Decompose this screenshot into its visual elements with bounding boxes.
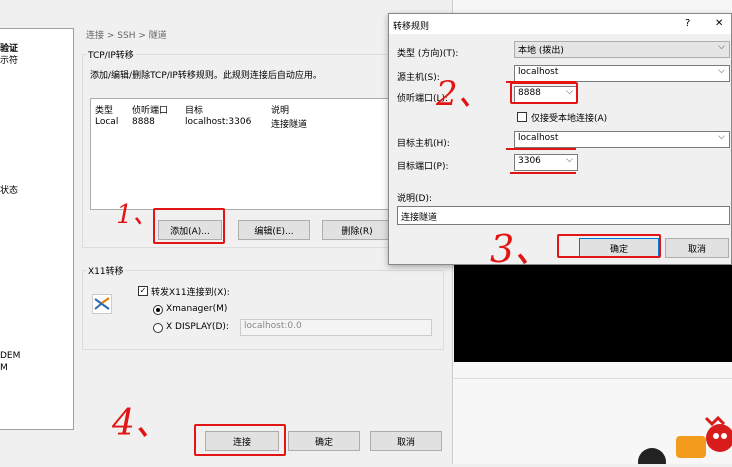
close-icon[interactable]: ✕ [715,18,723,29]
dest-port-label: 目标端口(P): [397,162,449,172]
underline-dest-port [510,172,576,174]
terminal-area [454,262,732,362]
dest-port-input[interactable]: 3306 [514,154,578,171]
x11-group [82,270,444,350]
breadcrumb: 连接 > SSH > 隧道 [86,31,167,41]
description-label: 说明(D): [397,194,432,204]
underline-source-host [506,81,576,83]
sidebar-item[interactable]: 状态 [0,183,18,196]
forward-rule-dialog: 转移规则 ? ✕ 类型 (方向)(T): 本地 (拨出) 源主机(S): loc… [388,13,732,265]
cell-type: Local [95,117,119,127]
annotation-step-1: 1、 [116,200,159,230]
dialog-cancel-button[interactable]: 取消 [665,238,729,258]
background-divider [454,378,732,379]
sidebar-item[interactable]: M [0,363,8,373]
dest-host-label: 目标主机(H): [397,139,450,149]
radio-display[interactable] [153,323,163,333]
cell-desc: 连接隧道 [271,120,308,130]
highlight-dialog-ok [557,234,661,258]
highlight-add-button [153,208,225,244]
radio-display-label: X DISPLAY(D): [166,322,229,332]
forward-x11-label: 转发X11连接到(X): [151,288,230,298]
x11-group-title: X11转移 [86,264,126,277]
annotation-step-4: 4、 [112,403,171,444]
sidebar-tree: 验证 示符 状态 DEM M [0,28,74,430]
help-icon[interactable]: ? [685,18,690,29]
cancel-button[interactable]: 取消 [370,431,442,451]
ok-button[interactable]: 确定 [288,431,360,451]
forward-x11-checkbox[interactable]: ✓ [138,286,148,296]
source-host-label: 源主机(S): [397,73,440,83]
cell-port: 8888 [132,117,155,127]
annotation-step-2: 2、 [436,74,492,114]
radio-xmanager[interactable] [153,305,163,315]
type-label: 类型 (方向)(T): [397,49,459,59]
dialog-titlebar: 转移规则 ? ✕ [389,14,731,34]
description-input[interactable]: 连接隧道 [397,206,730,225]
dest-host-input[interactable]: localhost [514,131,730,148]
xmanager-icon [92,294,112,314]
table-row[interactable]: Local 8888 localhost:3306 连接隧道 [91,115,389,130]
annotation-step-3: 3、 [490,227,553,271]
sidebar-item[interactable]: 示符 [0,53,18,66]
delete-button[interactable]: 删除(R) [322,220,392,240]
tcp-group-title: TCP/IP转移 [86,48,136,61]
radio-xmanager-label: Xmanager(M) [166,304,228,314]
highlight-connect-button [194,424,286,456]
mascot-icon [636,408,732,467]
edit-button[interactable]: 编辑(E)... [238,220,310,240]
local-only-checkbox[interactable] [517,112,527,122]
source-host-input[interactable]: localhost [514,65,730,82]
cell-target: localhost:3306 [185,117,252,127]
sidebar-item[interactable]: DEM [0,351,20,361]
underline-dest-host [506,148,576,150]
dialog-title: 转移规则 [393,22,430,32]
type-select[interactable]: 本地 (拨出) [514,41,730,58]
display-input[interactable]: localhost:0.0 [240,319,432,336]
local-only-label: 仅接受本地连接(A) [531,114,608,124]
tcp-description: 添加/编辑/删除TCP/IP转移规则。此规则连接后自动应用。 [90,71,322,81]
highlight-listen-port [510,82,578,104]
